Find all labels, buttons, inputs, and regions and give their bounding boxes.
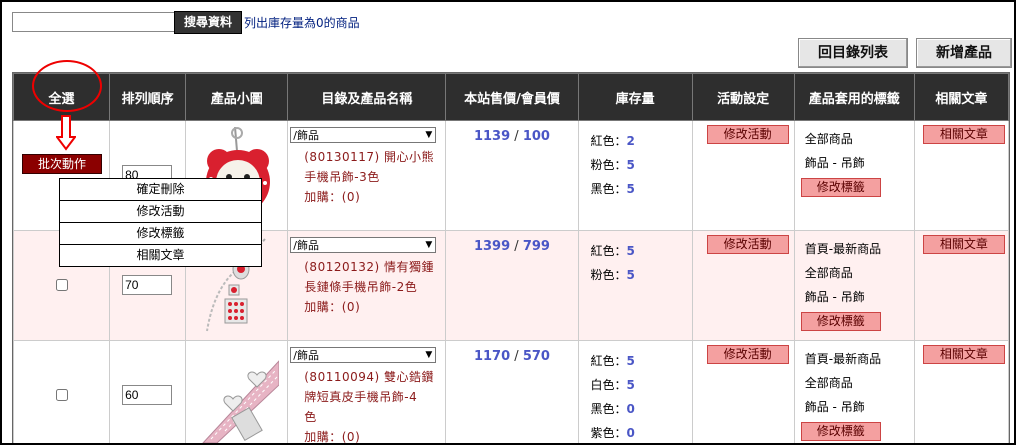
related-articles-button[interactable]: 相關文章 [922, 235, 1005, 254]
sort-order-input[interactable] [122, 385, 173, 405]
stock-line: 粉色：5 [590, 268, 635, 282]
activity-cell: 修改活動 [691, 120, 795, 231]
menu-item-related-articles[interactable]: 相關文章 [60, 244, 261, 266]
stock-line: 紅色：2 [590, 134, 635, 148]
tag-label: 飾品 - 吊飾 [804, 156, 865, 170]
tag-label: 飾品 - 吊飾 [804, 290, 865, 304]
stock-line: 黑色：5 [590, 182, 635, 196]
row-checkbox[interactable] [55, 389, 68, 401]
edit-tags-button[interactable]: 修改標籤 [800, 178, 881, 197]
col-tags: 產品套用的標籤 [793, 73, 915, 121]
edit-tags-button[interactable]: 修改標籤 [800, 312, 881, 331]
member-price: 570 [522, 349, 550, 364]
search-button[interactable]: 搜尋資料 [174, 11, 242, 34]
activity-cell: 修改活動 [691, 340, 795, 443]
col-sort-order: 排列順序 [109, 73, 187, 121]
tag-label: 全部商品 [804, 376, 853, 390]
name-cell: /飾品 ▼ (80110094) 雙心鋯鑽 牌短真皮手機吊飾-4 色加購：(0) [287, 340, 447, 443]
chevron-down-icon: ▼ [425, 350, 433, 360]
stock-cell: 紅色：2 粉色：5 黑色：5 [577, 120, 693, 231]
sort-order-input[interactable] [122, 275, 173, 295]
add-product-button[interactable]: 新增產品 [916, 38, 1012, 68]
col-price: 本站售價/會員價 [445, 73, 579, 121]
batch-action-menu: 確定刪除 修改活動 修改標籤 相關文章 [59, 178, 262, 267]
category-select[interactable]: /飾品 ▼ [290, 127, 437, 143]
site-price: 1399 [473, 239, 511, 254]
product-name[interactable]: (80130117) 開心小熊 手機吊飾-3色 加購：(0) [304, 147, 445, 207]
price-cell: 1139 / 100 [445, 120, 579, 231]
articles-cell: 相關文章 [913, 230, 1010, 341]
tags-cell: 首頁-最新商品 全部商品 飾品 - 吊飾 修改標籤 [793, 230, 915, 341]
member-price: 100 [522, 129, 550, 144]
zero-stock-link[interactable]: 列出庫存量為0的商品 [244, 14, 360, 31]
site-price: 1139 [473, 129, 511, 144]
search-input[interactable] [12, 12, 176, 32]
stock-line: 白色：5 [590, 378, 635, 392]
col-articles: 相關文章 [913, 73, 1010, 121]
tag-label: 首頁-最新商品 [804, 242, 882, 256]
menu-item-edit-activity[interactable]: 修改活動 [60, 200, 261, 222]
tags-cell: 全部商品 飾品 - 吊飾 修改標籤 [793, 120, 915, 231]
stock-cell: 紅色：5 白色：5 黑色：0 紫色：0 [577, 340, 693, 443]
admin-window: 搜尋資料 列出庫存量為0的商品 回目錄列表 新增產品 全選 排列順序 產品小圖 … [0, 0, 1016, 445]
col-thumbnail: 產品小圖 [185, 73, 289, 121]
highlight-circle-annotation [32, 60, 102, 112]
edit-activity-button[interactable]: 修改活動 [706, 345, 789, 364]
name-cell: /飾品 ▼ (80130117) 開心小熊 手機吊飾-3色 加購：(0) [287, 120, 447, 231]
tag-label: 全部商品 [804, 266, 853, 280]
stock-line: 紅色：5 [590, 244, 635, 258]
site-price: 1170 [473, 349, 511, 364]
tag-label: 全部商品 [804, 132, 853, 146]
sort-cell [109, 340, 187, 443]
articles-cell: 相關文章 [913, 340, 1010, 443]
price-cell: 1399 / 799 [445, 230, 579, 341]
stock-cell: 紅色：5 粉色：5 [577, 230, 693, 341]
select-cell [12, 340, 111, 443]
activity-cell: 修改活動 [691, 230, 795, 341]
product-name[interactable]: (80110094) 雙心鋯鑽 牌短真皮手機吊飾-4 色加購：(0) [304, 367, 445, 443]
tag-label: 飾品 - 吊飾 [804, 400, 865, 414]
col-stock: 庫存量 [577, 73, 693, 121]
back-to-catalog-button[interactable]: 回目錄列表 [798, 38, 908, 68]
edit-activity-button[interactable]: 修改活動 [706, 125, 789, 144]
batch-action-button[interactable]: 批次動作 [22, 154, 102, 174]
tags-cell: 首頁-最新商品 全部商品 飾品 - 吊飾 修改標籤 [793, 340, 915, 443]
col-activity: 活動設定 [691, 73, 795, 121]
price-cell: 1170 / 570 [445, 340, 579, 443]
table-header-row: 全選 排列順序 產品小圖 目錄及產品名稱 本站售價/會員價 庫存量 活動設定 產… [12, 73, 1010, 121]
edit-tags-button[interactable]: 修改標籤 [800, 422, 881, 441]
row-checkbox[interactable] [55, 279, 68, 291]
related-articles-button[interactable]: 相關文章 [922, 345, 1005, 364]
col-name: 目錄及產品名稱 [287, 73, 447, 121]
stock-line: 紅色：5 [590, 354, 635, 368]
thumb-cell [185, 340, 289, 443]
table-row: /飾品▼ (80110094) 雙心鋯鑽牌短真皮手機吊飾-4色加購：(0) 11… [12, 340, 1010, 443]
category-select[interactable]: /飾品 ▼ [290, 237, 437, 253]
down-arrow-icon [56, 115, 76, 151]
tag-label: 首頁-最新商品 [804, 352, 882, 366]
related-articles-button[interactable]: 相關文章 [922, 125, 1005, 144]
category-select[interactable]: /飾品 ▼ [290, 347, 437, 363]
stock-line: 黑色：0 [590, 402, 635, 416]
stock-line: 粉色：5 [590, 158, 635, 172]
product-thumbnail [202, 360, 279, 443]
product-name[interactable]: (80120132) 情有獨鍾 長鏈條手機吊飾-2色 加購：(0) [304, 257, 445, 317]
stock-line: 紫色：0 [590, 426, 635, 440]
member-price: 799 [522, 239, 550, 254]
edit-activity-button[interactable]: 修改活動 [706, 235, 789, 254]
chevron-down-icon: ▼ [425, 240, 433, 250]
menu-item-edit-tags[interactable]: 修改標籤 [60, 222, 261, 244]
name-cell: /飾品 ▼ (80120132) 情有獨鍾 長鏈條手機吊飾-2色 加購：(0) [287, 230, 447, 341]
menu-item-confirm-delete[interactable]: 確定刪除 [60, 179, 261, 200]
articles-cell: 相關文章 [913, 120, 1010, 231]
chevron-down-icon: ▼ [425, 130, 433, 140]
